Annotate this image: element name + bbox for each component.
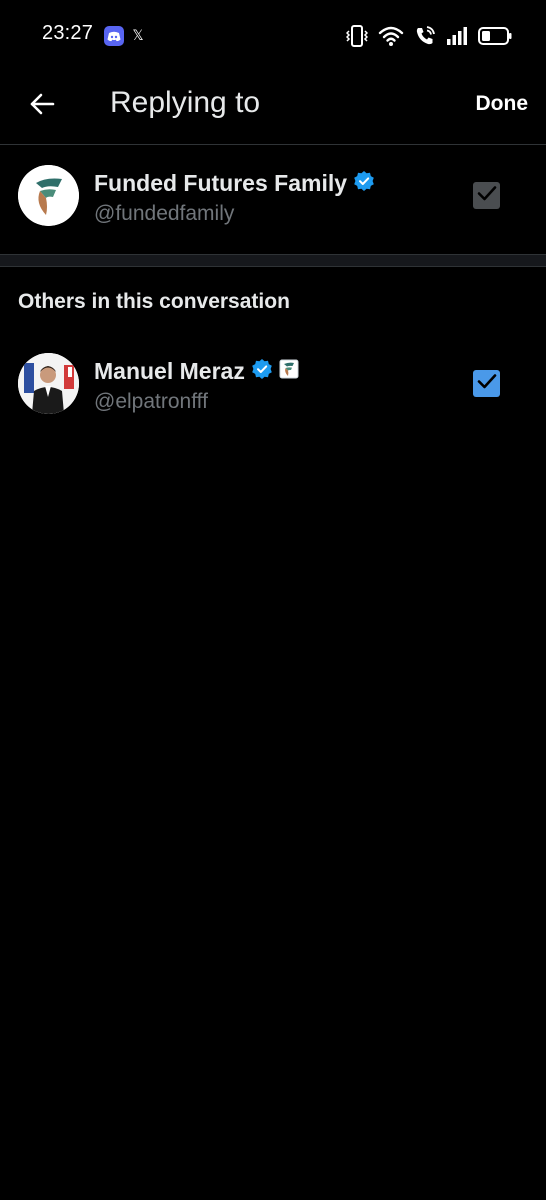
account-name: Manuel Meraz [94, 358, 245, 384]
wifi-calling-icon [414, 25, 436, 47]
x-icon-glyph: 𝕏 [132, 28, 144, 44]
other-account-row[interactable]: Manuel Meraz @elpatronfff [0, 336, 546, 432]
primary-account-checkbox[interactable] [473, 182, 500, 209]
affiliate-badge-icon [279, 359, 299, 384]
status-bar: 23:27 𝕏 [0, 0, 546, 72]
account-name-line: Funded Futures Family [94, 170, 375, 197]
section-heading: Others in this conversation [18, 290, 290, 313]
discord-icon [104, 26, 124, 46]
other-account-checkbox[interactable] [473, 370, 500, 397]
primary-account-row[interactable]: Funded Futures Family @fundedfamily [0, 148, 546, 244]
status-time: 23:27 [42, 22, 94, 44]
account-name-line: Manuel Meraz [94, 358, 299, 385]
avatar [18, 353, 79, 414]
status-indicators [346, 22, 512, 50]
section-separator [0, 254, 546, 267]
checkmark-icon [477, 373, 497, 394]
account-handle: @fundedfamily [94, 202, 235, 225]
vibrate-icon [346, 24, 368, 48]
header: Replying to Done [0, 72, 546, 144]
account-handle: @elpatronfff [94, 390, 208, 413]
done-button[interactable]: Done [476, 92, 529, 116]
profile-photo [18, 353, 79, 414]
wifi-icon [378, 25, 404, 47]
x-icon: 𝕏 [128, 26, 148, 46]
account-name: Funded Futures Family [94, 170, 348, 196]
funded-futures-logo [18, 165, 79, 226]
battery-icon [478, 26, 512, 46]
verified-badge-icon [251, 358, 273, 385]
signal-icon [446, 26, 468, 46]
page-title: Replying to [110, 86, 261, 119]
verified-badge-icon [353, 170, 375, 197]
header-divider [0, 144, 546, 145]
arrow-left-icon [29, 92, 55, 121]
back-button[interactable] [20, 84, 64, 128]
avatar [18, 165, 79, 226]
checkmark-icon [477, 185, 497, 206]
